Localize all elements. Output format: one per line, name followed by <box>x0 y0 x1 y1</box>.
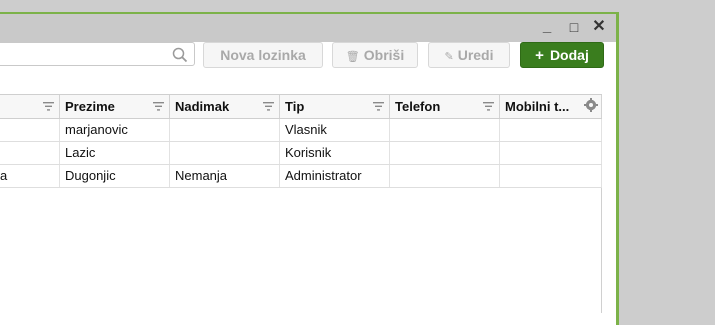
column-label: Telefon <box>395 99 441 114</box>
delete-button[interactable]: 🗑 Obriši <box>332 42 418 68</box>
gear-icon[interactable] <box>584 98 598 112</box>
table-cell <box>390 165 500 187</box>
column-label: Mobilni t... <box>505 99 570 114</box>
delete-label: Obriši <box>363 47 405 63</box>
new-password-label: Nova lozinka <box>220 47 306 63</box>
close-button[interactable]: ✕ <box>589 16 609 38</box>
table-cell <box>390 142 500 164</box>
column-label: Nadimak <box>175 99 230 114</box>
column-label: Tip <box>285 99 305 114</box>
table-cell: Administrator <box>280 165 390 187</box>
filter-icon[interactable] <box>483 102 494 111</box>
search-input[interactable] <box>0 42 195 66</box>
table-cell: Lazic <box>60 142 170 164</box>
table-cell: marjanovic <box>60 119 170 141</box>
table-cell: Korisnik <box>280 142 390 164</box>
column-label: Prezime <box>65 99 115 114</box>
column-header-tip[interactable]: Tip <box>280 95 390 118</box>
table-cell <box>500 119 602 141</box>
minimize-button[interactable]: _ <box>537 16 557 38</box>
add-button[interactable]: + Dodaj <box>520 42 604 68</box>
column-header-prezime[interactable]: Prezime <box>60 95 170 118</box>
table-cell: a <box>0 165 60 187</box>
table-cell <box>0 142 60 164</box>
search-icon <box>172 47 188 63</box>
plus-icon: + <box>535 47 544 64</box>
table-cell <box>170 119 280 141</box>
table-cell: Nemanja <box>170 165 280 187</box>
edit-button[interactable]: ✎ Uredi <box>428 42 510 68</box>
grid-header: Prezime Nadimak Tip Telefon Mobilni t... <box>0 94 602 119</box>
add-label: Dodaj <box>549 47 589 63</box>
table-cell <box>170 142 280 164</box>
table-cell <box>390 119 500 141</box>
window-titlebar[interactable]: _ □ ✕ <box>0 14 616 42</box>
filter-icon[interactable] <box>373 102 384 111</box>
table-cell <box>500 142 602 164</box>
table-cell: Dugonjic <box>60 165 170 187</box>
edit-label: Uredi <box>457 47 494 63</box>
column-header-telefon[interactable]: Telefon <box>390 95 500 118</box>
filter-icon[interactable] <box>263 102 274 111</box>
table-row[interactable]: a Dugonjic Nemanja Administrator <box>0 165 602 188</box>
filter-icon[interactable] <box>43 102 54 111</box>
table-cell: Vlasnik <box>280 119 390 141</box>
users-grid: Prezime Nadimak Tip Telefon Mobilni t... <box>0 94 602 313</box>
table-row[interactable]: marjanovic Vlasnik <box>0 119 602 142</box>
column-header-hidden[interactable] <box>0 95 60 118</box>
new-password-button[interactable]: Nova lozinka <box>203 42 323 68</box>
maximize-button[interactable]: □ <box>564 16 584 38</box>
table-row[interactable]: Lazic Korisnik <box>0 142 602 165</box>
pencil-icon: ✎ <box>444 51 454 63</box>
table-cell <box>0 119 60 141</box>
trash-icon: 🗑 <box>345 51 360 63</box>
table-cell <box>500 165 602 187</box>
column-header-nadimak[interactable]: Nadimak <box>170 95 280 118</box>
filter-icon[interactable] <box>153 102 164 111</box>
